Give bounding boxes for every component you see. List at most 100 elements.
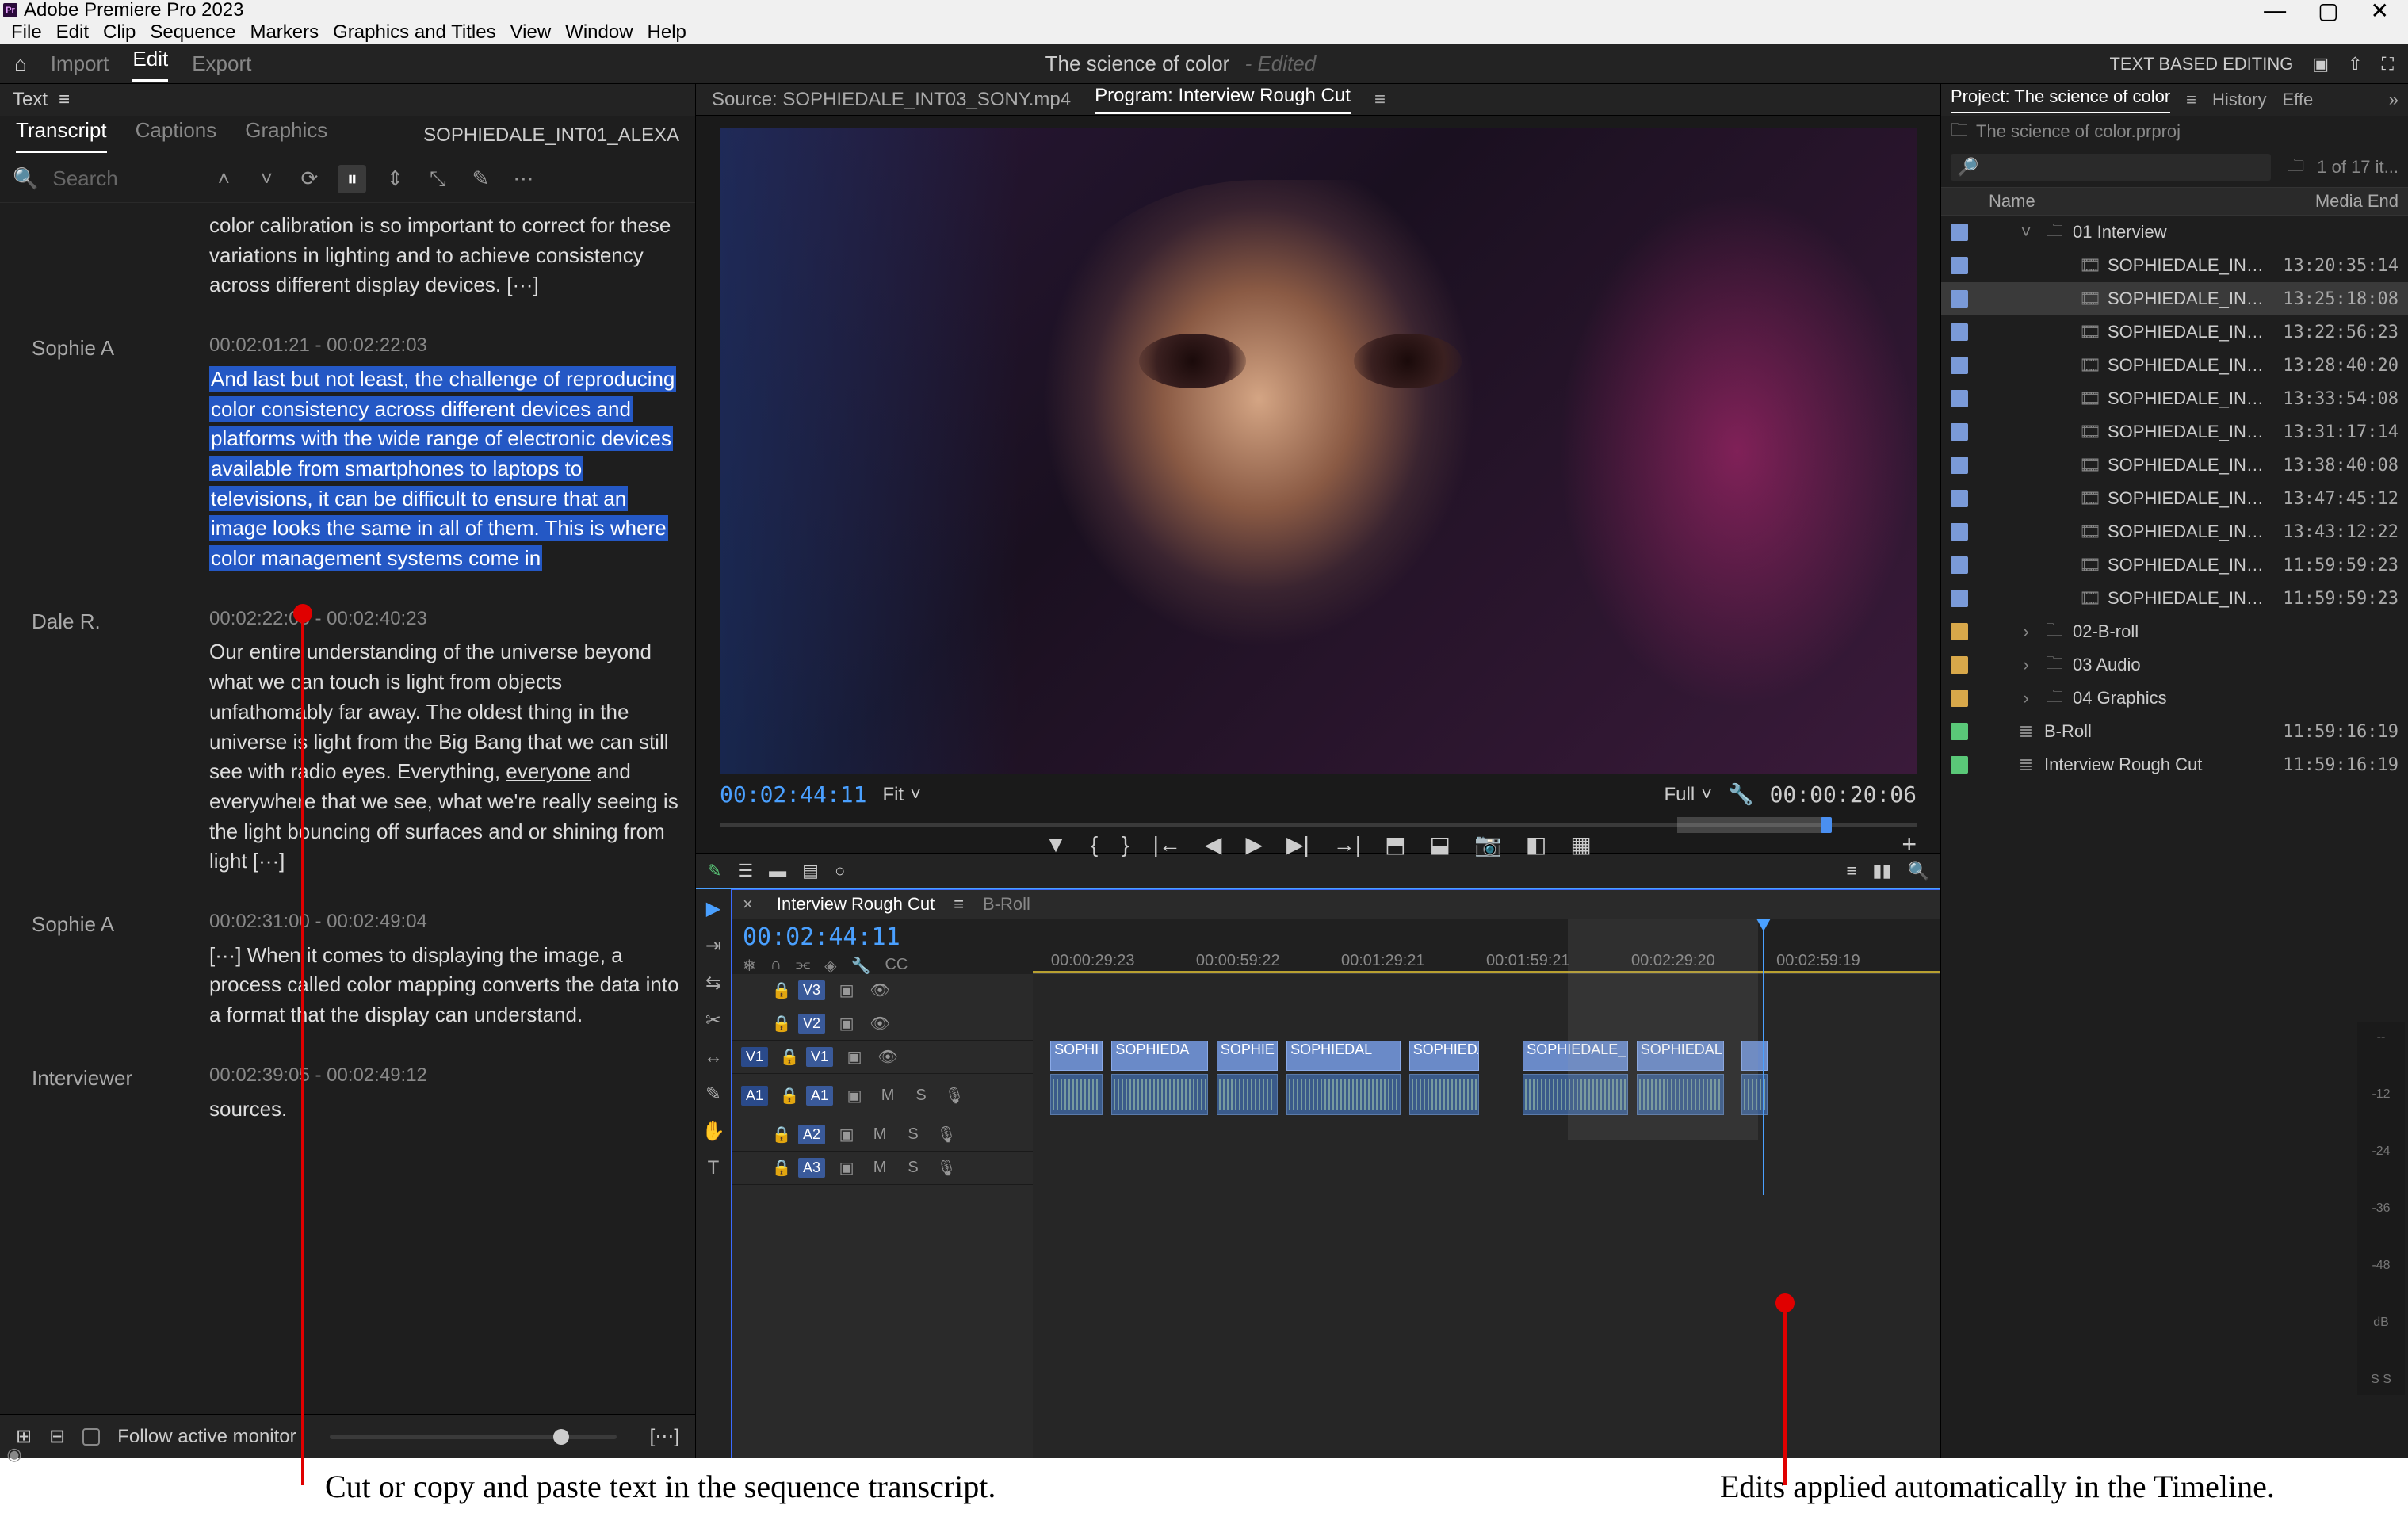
tab-captions[interactable]: Captions — [136, 118, 217, 153]
seg2u[interactable]: everyone — [506, 759, 591, 783]
text-based-editing-label[interactable]: TEXT BASED EDITING — [2109, 54, 2293, 75]
merge-icon[interactable]: ⇕ — [380, 165, 409, 193]
meter-icon[interactable]: ▮▮ — [1872, 861, 1891, 881]
program-monitor[interactable] — [720, 128, 1917, 774]
pencil-icon[interactable]: ✎ — [466, 165, 495, 193]
ws-edit[interactable]: Edit — [132, 47, 168, 82]
video-clip[interactable]: SOPHIEDALE_ — [1523, 1041, 1627, 1071]
menu-window[interactable]: Window — [565, 21, 633, 44]
menu-edit[interactable]: Edit — [56, 21, 89, 44]
audio-clip[interactable] — [1217, 1074, 1278, 1115]
transcript[interactable]: color calibration is so important to cor… — [0, 203, 695, 1414]
ws-import[interactable]: Import — [51, 52, 109, 76]
ws-export[interactable]: Export — [192, 52, 251, 76]
project-item[interactable]: 🎞SOPHIEDALE_INT03_A13:38:40:08 — [1941, 449, 2408, 482]
new-bin-icon[interactable]: 🗀 — [2287, 152, 2304, 182]
mark-in-icon[interactable]: { — [1091, 832, 1098, 858]
zoom-slider[interactable] — [330, 1435, 617, 1439]
crumb-text[interactable]: The science of color.prproj — [1976, 121, 2181, 142]
audio-meters[interactable]: ---12-24 -36-48dBS S — [2357, 1022, 2405, 1395]
source-tab[interactable]: Source: SOPHIEDALE_INT03_SONY.mp4 — [712, 89, 1071, 111]
audio-clip[interactable] — [1523, 1074, 1627, 1115]
razor-icon[interactable]: ✂ — [705, 1009, 721, 1032]
history-tab[interactable]: History — [2212, 90, 2266, 110]
tab-transcript[interactable]: Transcript — [16, 118, 107, 153]
project-item[interactable]: 🎞SOPHIEDALE_INT01_A13:20:35:14 — [1941, 249, 2408, 282]
quick-export-icon[interactable]: ▣ — [2312, 54, 2329, 75]
project-item[interactable]: ›🗀04 Graphics — [1941, 682, 2408, 715]
program-tab[interactable]: Program: Interview Rough Cut — [1095, 85, 1351, 114]
slip-icon[interactable]: ↔ — [704, 1046, 723, 1068]
project-item[interactable]: ≣Interview Rough Cut11:59:16:19 — [1941, 748, 2408, 781]
stack-icon[interactable]: ▤ — [802, 861, 819, 881]
timeline-ruler[interactable]: 00:00:29:23 00:00:59:22 00:01:29:21 00:0… — [1033, 919, 1940, 974]
share-icon[interactable]: ⇧ — [2348, 54, 2362, 75]
menu-markers[interactable]: Markers — [250, 21, 319, 44]
wrench-icon[interactable]: 🔧 — [1728, 782, 1753, 807]
audio-clip[interactable] — [1111, 1074, 1207, 1115]
timeline-tracks[interactable]: SOPHISOPHIEDASOPHIESOPHIEDALSOPHIEDASOPH… — [1033, 974, 1940, 1458]
full-dropdown[interactable]: Full ˅ — [1665, 784, 1713, 806]
add-marker-icon[interactable]: ▼ — [1045, 832, 1067, 858]
go-out-icon[interactable]: →| — [1333, 832, 1361, 858]
playhead[interactable] — [1763, 919, 1764, 1195]
panel-menu-icon-2[interactable]: ≡ — [2186, 90, 2196, 110]
audio-clip[interactable] — [1286, 1074, 1401, 1115]
project-item[interactable]: 🎞SOPHIEDALE_INT03_S13:43:12:22 — [1941, 515, 2408, 548]
timeline-tc[interactable]: 00:02:44:11 — [743, 923, 1022, 951]
cc-icon[interactable]: CC — [885, 956, 908, 976]
circle-icon[interactable]: ○ — [835, 861, 845, 881]
project-item[interactable]: 🎞SOPHIEDALE_INT03_C13:47:45:12 — [1941, 482, 2408, 515]
linked-sel-icon[interactable]: ⫘ — [796, 956, 810, 976]
prev-match-icon[interactable]: ˄ — [209, 165, 238, 193]
hamburger-icon[interactable]: ≡ — [1847, 861, 1857, 881]
project-item[interactable]: ›🗀02-B-roll — [1941, 615, 2408, 648]
next-match-icon[interactable]: ˅ — [252, 165, 281, 193]
caption-new-icon[interactable]: ⊟ — [49, 1425, 65, 1448]
hand-icon[interactable]: ✋ — [701, 1120, 725, 1143]
project-item[interactable]: 🎞SOPHIEDALE_INT03_IP11:59:59:23 — [1941, 582, 2408, 615]
pause-markers-icon[interactable]: ⏸ — [338, 165, 366, 193]
fullscreen-icon[interactable]: ⛶ — [2382, 54, 2394, 75]
menu-clip[interactable]: Clip — [103, 21, 136, 44]
lift-icon[interactable]: ⬒ — [1385, 831, 1405, 858]
video-clip[interactable]: SOPHIEDA — [1111, 1041, 1207, 1071]
seg3-text[interactable]: [···] When it comes to displaying the im… — [209, 943, 679, 1026]
project-item[interactable]: ˅🗀01 Interview — [1941, 216, 2408, 249]
seg1-text[interactable]: And last but not least, the challenge of… — [209, 366, 676, 571]
markers-icon[interactable]: ◈ — [824, 956, 836, 976]
project-item[interactable]: 🎞SOPHIEDALE_INT01_C13:25:18:08 — [1941, 282, 2408, 315]
options-icon[interactable]: [⋯] — [650, 1425, 679, 1448]
snap-icon[interactable]: ❄ — [743, 956, 756, 976]
menu-file[interactable]: File — [11, 21, 42, 44]
audio-clip[interactable] — [1637, 1074, 1724, 1115]
project-item[interactable]: 🎞SOPHIEDALE_INT02_A13:28:40:20 — [1941, 349, 2408, 382]
safe-margins-icon[interactable]: ▦ — [1570, 831, 1591, 858]
project-item[interactable]: ›🗀03 Audio — [1941, 648, 2408, 682]
pen-tool-icon[interactable]: ✎ — [707, 861, 721, 881]
video-clip[interactable]: SOPHIEDA — [1409, 1041, 1479, 1071]
type-icon[interactable]: T — [708, 1157, 720, 1179]
play-icon[interactable]: ▶ — [1245, 831, 1263, 858]
step-back-icon[interactable]: ◀ — [1205, 831, 1222, 858]
step-fwd-icon[interactable]: ▶| — [1286, 831, 1309, 858]
menu-sequence[interactable]: Sequence — [150, 21, 235, 44]
search-input[interactable]: Search — [52, 166, 195, 191]
project-item[interactable]: 🎞SOPHIEDALE_INT01_S13:22:56:23 — [1941, 315, 2408, 349]
comparison-icon[interactable]: ◧ — [1526, 831, 1546, 858]
split-icon[interactable]: ⤡ — [423, 165, 452, 193]
search-icon-2[interactable]: 🔍 — [1908, 861, 1929, 881]
creative-cloud-icon[interactable]: ◉ — [3, 1443, 25, 1465]
button-editor-icon[interactable]: + — [1902, 830, 1917, 859]
ripple-icon[interactable]: ⇆ — [705, 972, 721, 995]
mark-out-icon[interactable]: } — [1122, 832, 1129, 858]
video-clip[interactable]: SOPHIE — [1217, 1041, 1278, 1071]
text-panel-tab[interactable]: Text — [13, 89, 48, 111]
refresh-icon[interactable]: ⟳ — [295, 165, 323, 193]
audio-clip[interactable] — [1409, 1074, 1479, 1115]
project-search[interactable]: 🔎 — [1951, 154, 2271, 181]
seg4-text[interactable]: sources. — [209, 1097, 287, 1121]
seq-close-icon[interactable]: × — [743, 894, 753, 915]
video-clip[interactable]: SOPHI — [1050, 1041, 1103, 1071]
project-item[interactable]: 🎞SOPHIEDALE_INT02_S13:31:17:14 — [1941, 415, 2408, 449]
